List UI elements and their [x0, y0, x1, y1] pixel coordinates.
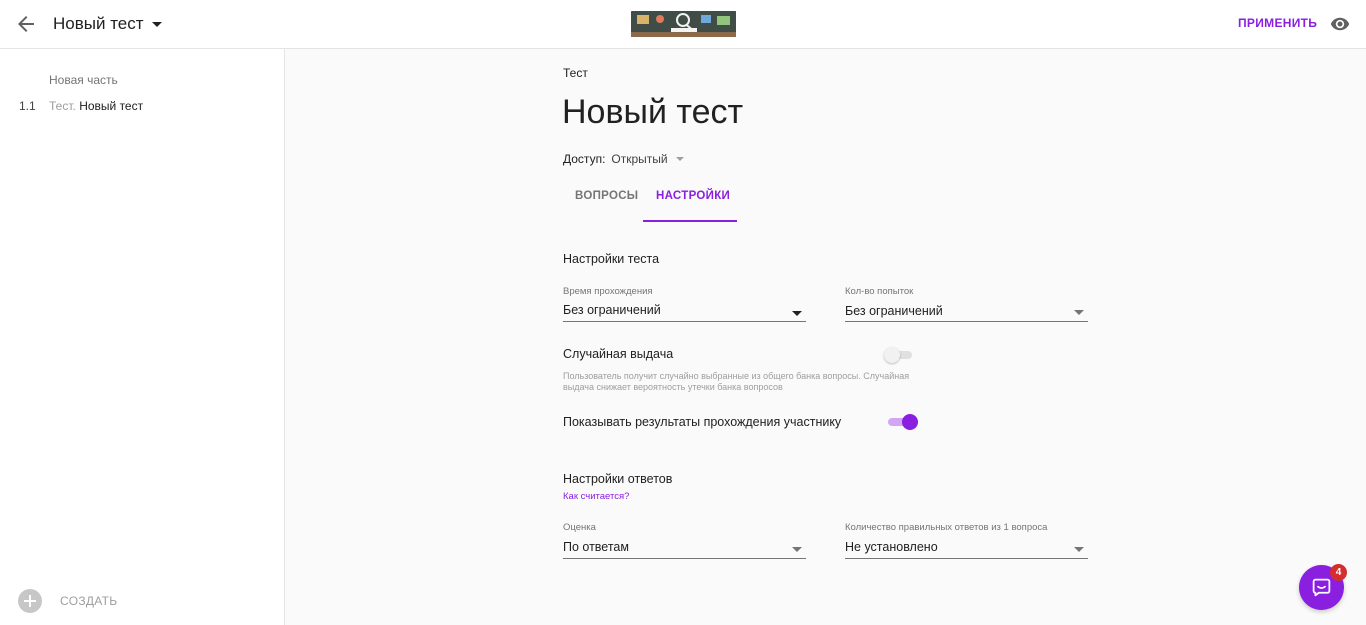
show-results-title: Показывать результаты прохождения участн… [563, 415, 842, 429]
test-settings-heading: Настройки теста [563, 252, 660, 266]
correct-count-select[interactable]: Не установлено [845, 539, 1088, 559]
access-dropdown[interactable]: Доступ: Открытый [563, 152, 684, 166]
top-bar: Новый тест ПРИМЕНИТЬ [0, 0, 1366, 49]
time-label: Время прохождения [563, 286, 653, 297]
caret-down-icon [675, 157, 684, 161]
tab-settings[interactable]: НАСТРОЙКИ [656, 190, 730, 202]
plus-icon [18, 589, 42, 613]
sidebar-item-prefix: Тест. [49, 99, 76, 113]
breadcrumb: Тест [563, 66, 588, 80]
notification-badge: 4 [1330, 564, 1347, 581]
create-button[interactable]: СОЗДАТЬ [18, 589, 117, 613]
grade-select[interactable]: По ответам [563, 539, 806, 559]
sidebar: Новая часть 1.1 Тест. Новый тест СОЗДАТЬ [0, 49, 285, 625]
grade-label: Оценка [563, 522, 596, 533]
random-description: Пользователь получит случайно выбранные … [563, 371, 910, 392]
correct-count-value: Не установлено [845, 540, 938, 554]
document-title-dropdown[interactable]: Новый тест [53, 14, 162, 34]
document-title: Новый тест [53, 14, 144, 33]
toggle-thumb [884, 347, 900, 363]
page-title[interactable]: Новый тест [562, 93, 743, 132]
caret-down-icon [151, 21, 162, 27]
sidebar-section-label[interactable]: Новая часть [49, 73, 118, 87]
access-label: Доступ: [563, 152, 606, 166]
caret-down-icon [792, 547, 802, 552]
toggle-thumb [902, 414, 918, 430]
access-value: Открытый [611, 152, 668, 166]
apply-button[interactable]: ПРИМЕНИТЬ [1238, 16, 1317, 30]
caret-down-icon [1074, 310, 1084, 315]
how-calculated-link[interactable]: Как считается? [563, 491, 629, 502]
answer-settings-heading: Настройки ответов [563, 472, 673, 486]
eye-icon[interactable] [1330, 14, 1350, 34]
show-results-toggle[interactable] [886, 414, 918, 430]
correct-count-label: Количество правильных ответов из 1 вопро… [845, 522, 1048, 533]
random-title: Случайная выдача [563, 347, 674, 361]
caret-down-icon [1074, 547, 1084, 552]
grade-value: По ответам [563, 540, 629, 554]
create-label: СОЗДАТЬ [60, 594, 118, 608]
sidebar-item-label: Новый тест [79, 99, 144, 113]
caret-down-icon [792, 311, 802, 316]
sidebar-item-text: Тест. Новый тест [49, 99, 143, 113]
attempts-select[interactable]: Без ограничений [845, 302, 1088, 322]
attempts-value: Без ограничений [845, 304, 943, 318]
tab-questions[interactable]: ВОПРОСЫ [575, 190, 638, 202]
time-value: Без ограничений [563, 303, 661, 317]
back-arrow-icon[interactable] [14, 12, 38, 36]
random-toggle[interactable] [884, 347, 916, 363]
attempts-label: Кол-во попыток [845, 286, 914, 297]
sidebar-item-new-test[interactable]: 1.1 Тест. Новый тест [0, 95, 284, 117]
chat-icon [1312, 578, 1331, 597]
time-select[interactable]: Без ограничений [563, 302, 806, 322]
sidebar-item-number: 1.1 [19, 99, 36, 113]
logo [631, 11, 736, 37]
active-tab-indicator [643, 220, 737, 222]
